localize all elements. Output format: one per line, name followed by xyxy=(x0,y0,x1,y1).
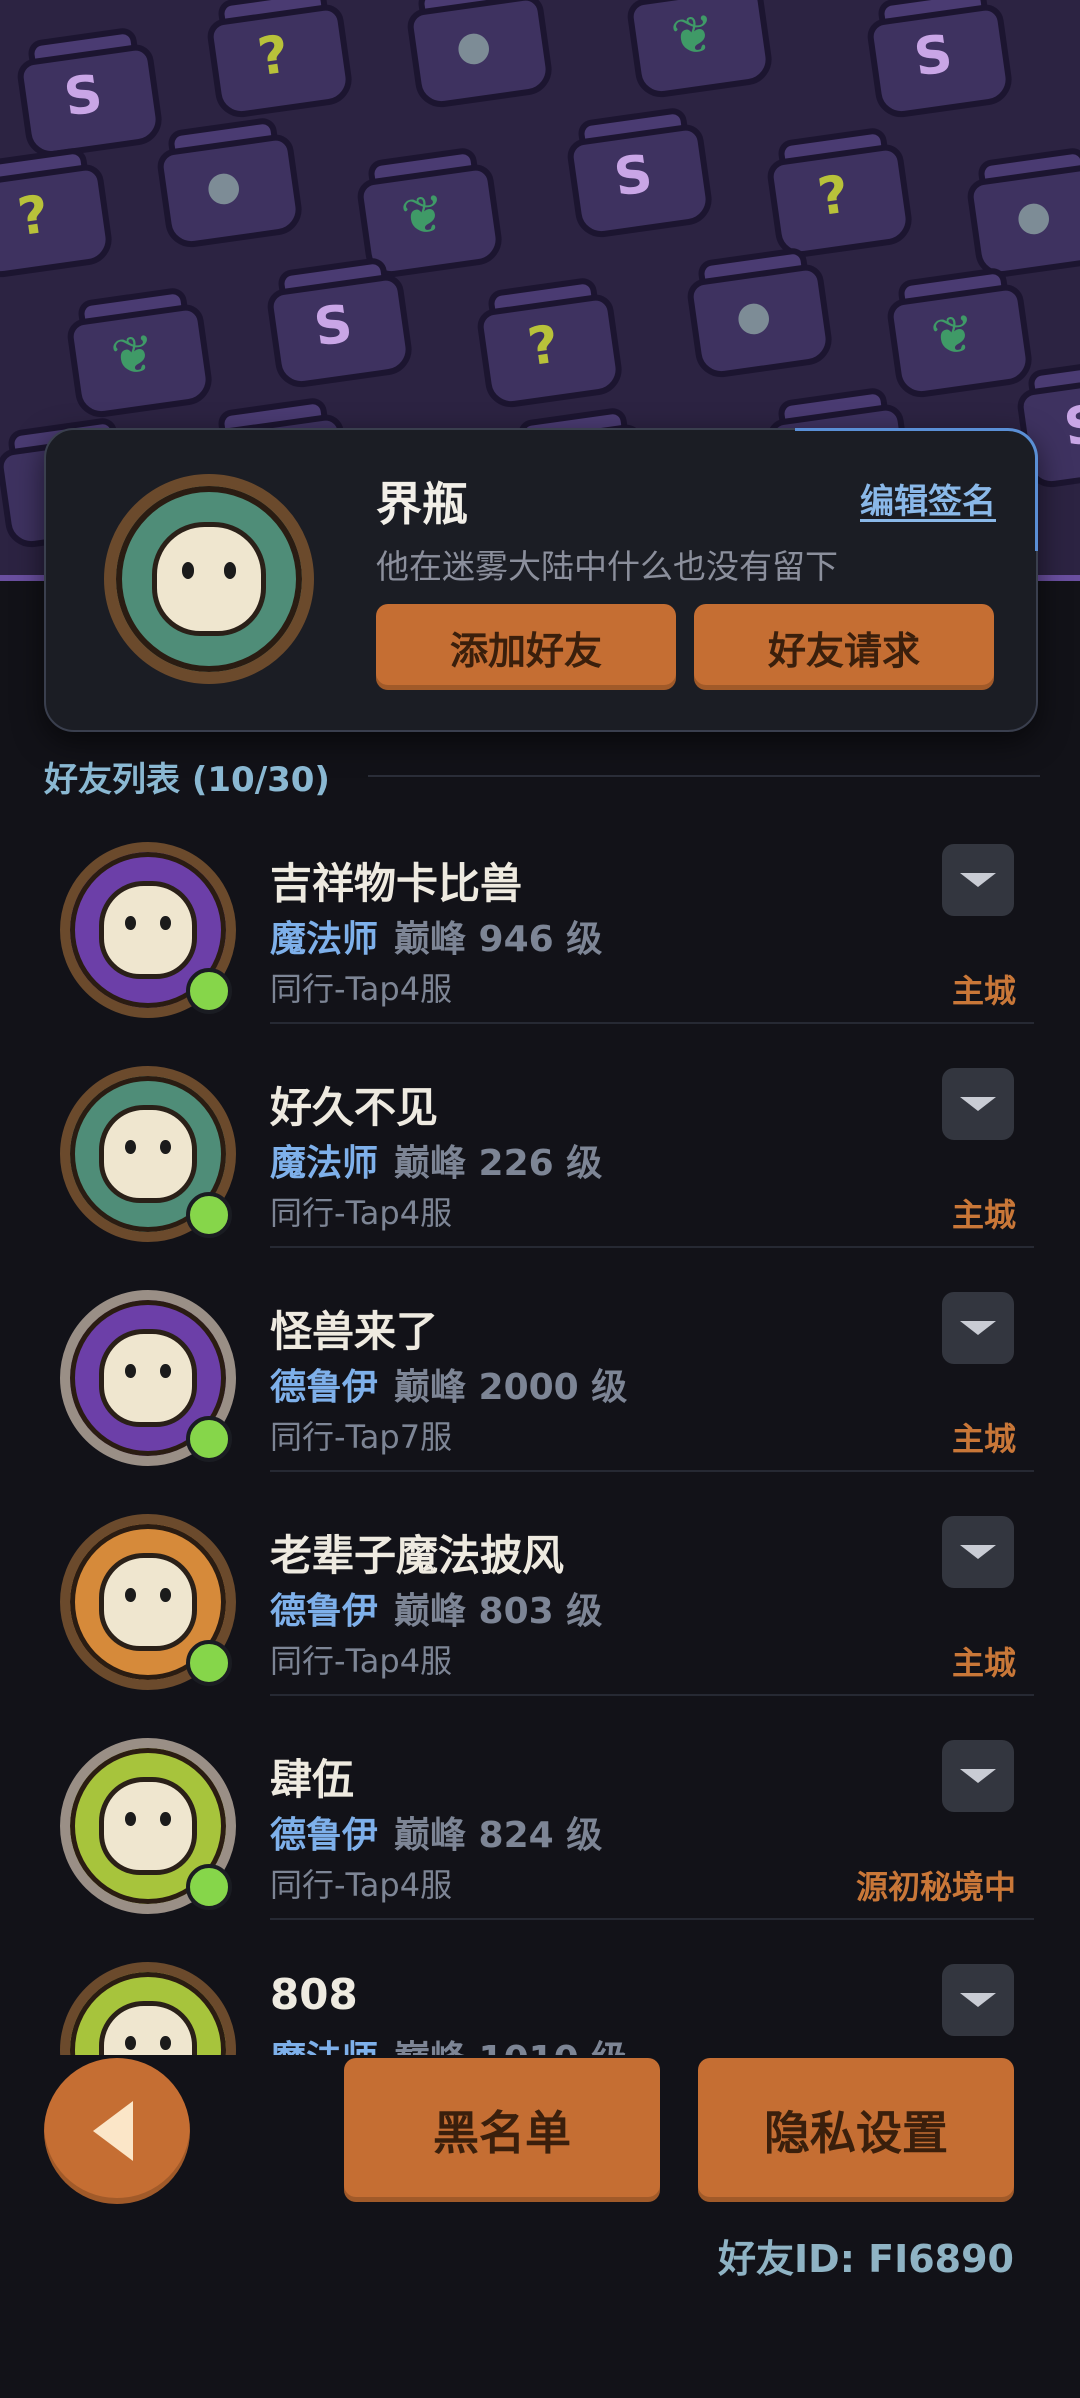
friend-name: 老辈子魔法披风 xyxy=(270,1531,565,1580)
friend-avatar[interactable] xyxy=(60,1962,236,2055)
friend-row[interactable]: 怪兽来了德鲁伊 巅峰 2000 级同行-Tap7服 主城 xyxy=(44,1248,1034,1472)
friend-name: 肆伍 xyxy=(270,1755,355,1804)
profile-avatar[interactable] xyxy=(104,474,314,684)
cat-mage-avatar-icon xyxy=(99,1105,197,1203)
chevron-down-icon xyxy=(960,1545,996,1559)
friend-name: 怪兽来了 xyxy=(270,1307,439,1356)
friend-class: 魔法师 xyxy=(270,2030,378,2055)
friend-options-button[interactable] xyxy=(942,1964,1014,2036)
friend-class: 德鲁伊 xyxy=(270,1367,379,1408)
friend-location: 主城 xyxy=(951,1420,1016,1458)
sheep-avatar-icon xyxy=(99,1329,197,1427)
friend-id: 好友ID: FI6890 xyxy=(718,2237,1014,2281)
friend-level: 巅峰 824 级 xyxy=(394,1815,603,1856)
chevron-down-icon xyxy=(960,1769,996,1783)
friend-server: 同行-Tap4服 xyxy=(270,1642,453,1680)
friend-class: 魔法师 xyxy=(270,919,379,960)
online-status-icon xyxy=(186,968,232,1014)
chest-pattern-icon: ❦ xyxy=(612,0,777,101)
chevron-down-icon xyxy=(960,1993,996,2007)
friend-name: 吉祥物卡比兽 xyxy=(270,859,523,908)
online-status-icon xyxy=(186,1416,232,1462)
friend-server: 同行-Tap7服 xyxy=(270,1418,453,1456)
chest-pattern-icon: ❦ xyxy=(52,280,217,421)
section-divider xyxy=(368,775,1040,777)
chest-pattern-icon: S xyxy=(852,0,1017,121)
chest-pattern-icon: ? xyxy=(752,120,917,261)
friend-location: 主城 xyxy=(951,972,1016,1010)
friend-location: 主城 xyxy=(951,1644,1016,1682)
chest-pattern-icon: ● xyxy=(392,0,557,111)
friend-options-button[interactable] xyxy=(942,1068,1014,1140)
cat-mage-avatar-icon xyxy=(151,521,267,637)
friend-options-button[interactable] xyxy=(942,1740,1014,1812)
fox-avatar-icon xyxy=(99,1777,197,1875)
friend-options-button[interactable] xyxy=(942,1516,1014,1588)
friend-server: 同行-Tap4服 xyxy=(270,970,453,1008)
profile-name: 界瓶 xyxy=(376,477,468,531)
friend-level: 巅峰 1010 级 xyxy=(394,2030,627,2055)
friend-level: 巅峰 946 级 xyxy=(394,919,603,960)
friend-level: 巅峰 803 级 xyxy=(394,1591,603,1632)
friend-name: 好久不见 xyxy=(270,1083,439,1132)
friend-row[interactable]: 吉祥物卡比兽魔法师 巅峰 946 级同行-Tap4服 主城 xyxy=(44,800,1034,1024)
friend-class: 德鲁伊 xyxy=(270,1591,379,1632)
friend-class: 德鲁伊 xyxy=(270,1815,379,1856)
friend-requests-button[interactable]: 好友请求 xyxy=(694,604,994,690)
online-status-icon xyxy=(186,1192,232,1238)
chest-pattern-icon: ? xyxy=(0,140,118,281)
friend-location: 主城 xyxy=(951,1196,1016,1234)
chest-pattern-icon: S xyxy=(552,100,717,241)
back-arrow-icon xyxy=(93,2101,133,2161)
friend-row[interactable]: 808 魔法师巅峰 1010 级 xyxy=(44,1920,1034,2055)
chest-pattern-icon: ? xyxy=(462,270,627,411)
friend-server: 同行-Tap4服 xyxy=(270,1194,453,1232)
friend-name: 808 xyxy=(270,1970,358,2019)
fox-avatar-icon xyxy=(99,2001,197,2055)
chest-pattern-icon: S xyxy=(252,250,417,391)
chest-pattern-icon: ● xyxy=(672,240,837,381)
profile-signature: 他在迷雾大陆中什么也没有留下 xyxy=(376,547,838,586)
privacy-settings-button[interactable]: 隐私设置 xyxy=(698,2058,1014,2202)
friend-class: 魔法师 xyxy=(270,1143,379,1184)
friend-location: 源初秘境中 xyxy=(855,1868,1016,1906)
profile-card: 界瓶 编辑签名 他在迷雾大陆中什么也没有留下 添加好友 好友请求 xyxy=(44,428,1038,732)
chest-pattern-icon: ? xyxy=(192,0,357,121)
friend-level: 巅峰 226 级 xyxy=(394,1143,603,1184)
friend-level: 巅峰 2000 级 xyxy=(394,1367,628,1408)
add-friend-button[interactable]: 添加好友 xyxy=(376,604,676,690)
friend-server: 同行-Tap4服 xyxy=(270,1866,453,1904)
friend-row[interactable]: 肆伍德鲁伊 巅峰 824 级同行-Tap4服 源初秘境中 xyxy=(44,1696,1034,1920)
friend-options-button[interactable] xyxy=(942,1292,1014,1364)
back-button[interactable] xyxy=(44,2058,190,2204)
blacklist-button[interactable]: 黑名单 xyxy=(344,2058,660,2202)
chest-pattern-icon: ● xyxy=(142,110,307,251)
friend-options-button[interactable] xyxy=(942,844,1014,916)
friend-row[interactable]: 老辈子魔法披风德鲁伊 巅峰 803 级同行-Tap4服 主城 xyxy=(44,1472,1034,1696)
friend-row[interactable]: 好久不见魔法师 巅峰 226 级同行-Tap4服 主城 xyxy=(44,1024,1034,1248)
friends-list[interactable]: 吉祥物卡比兽 魔法师 巅峰 946 级同行-Tap4服 主城 好久不见 魔法师 巅峰 226… xyxy=(44,800,1034,2055)
friends-list-title: 好友列表 (10/30) xyxy=(44,760,330,800)
online-status-icon xyxy=(186,1640,232,1686)
bear-avatar-icon xyxy=(99,1553,197,1651)
chevron-down-icon xyxy=(960,1321,996,1335)
chest-pattern-icon: ● xyxy=(952,140,1080,281)
chevron-down-icon xyxy=(960,873,996,887)
sheep-avatar-icon xyxy=(99,881,197,979)
chevron-down-icon xyxy=(960,1097,996,1111)
edit-signature-link[interactable]: 编辑签名 xyxy=(860,474,996,523)
online-status-icon xyxy=(186,1864,232,1910)
